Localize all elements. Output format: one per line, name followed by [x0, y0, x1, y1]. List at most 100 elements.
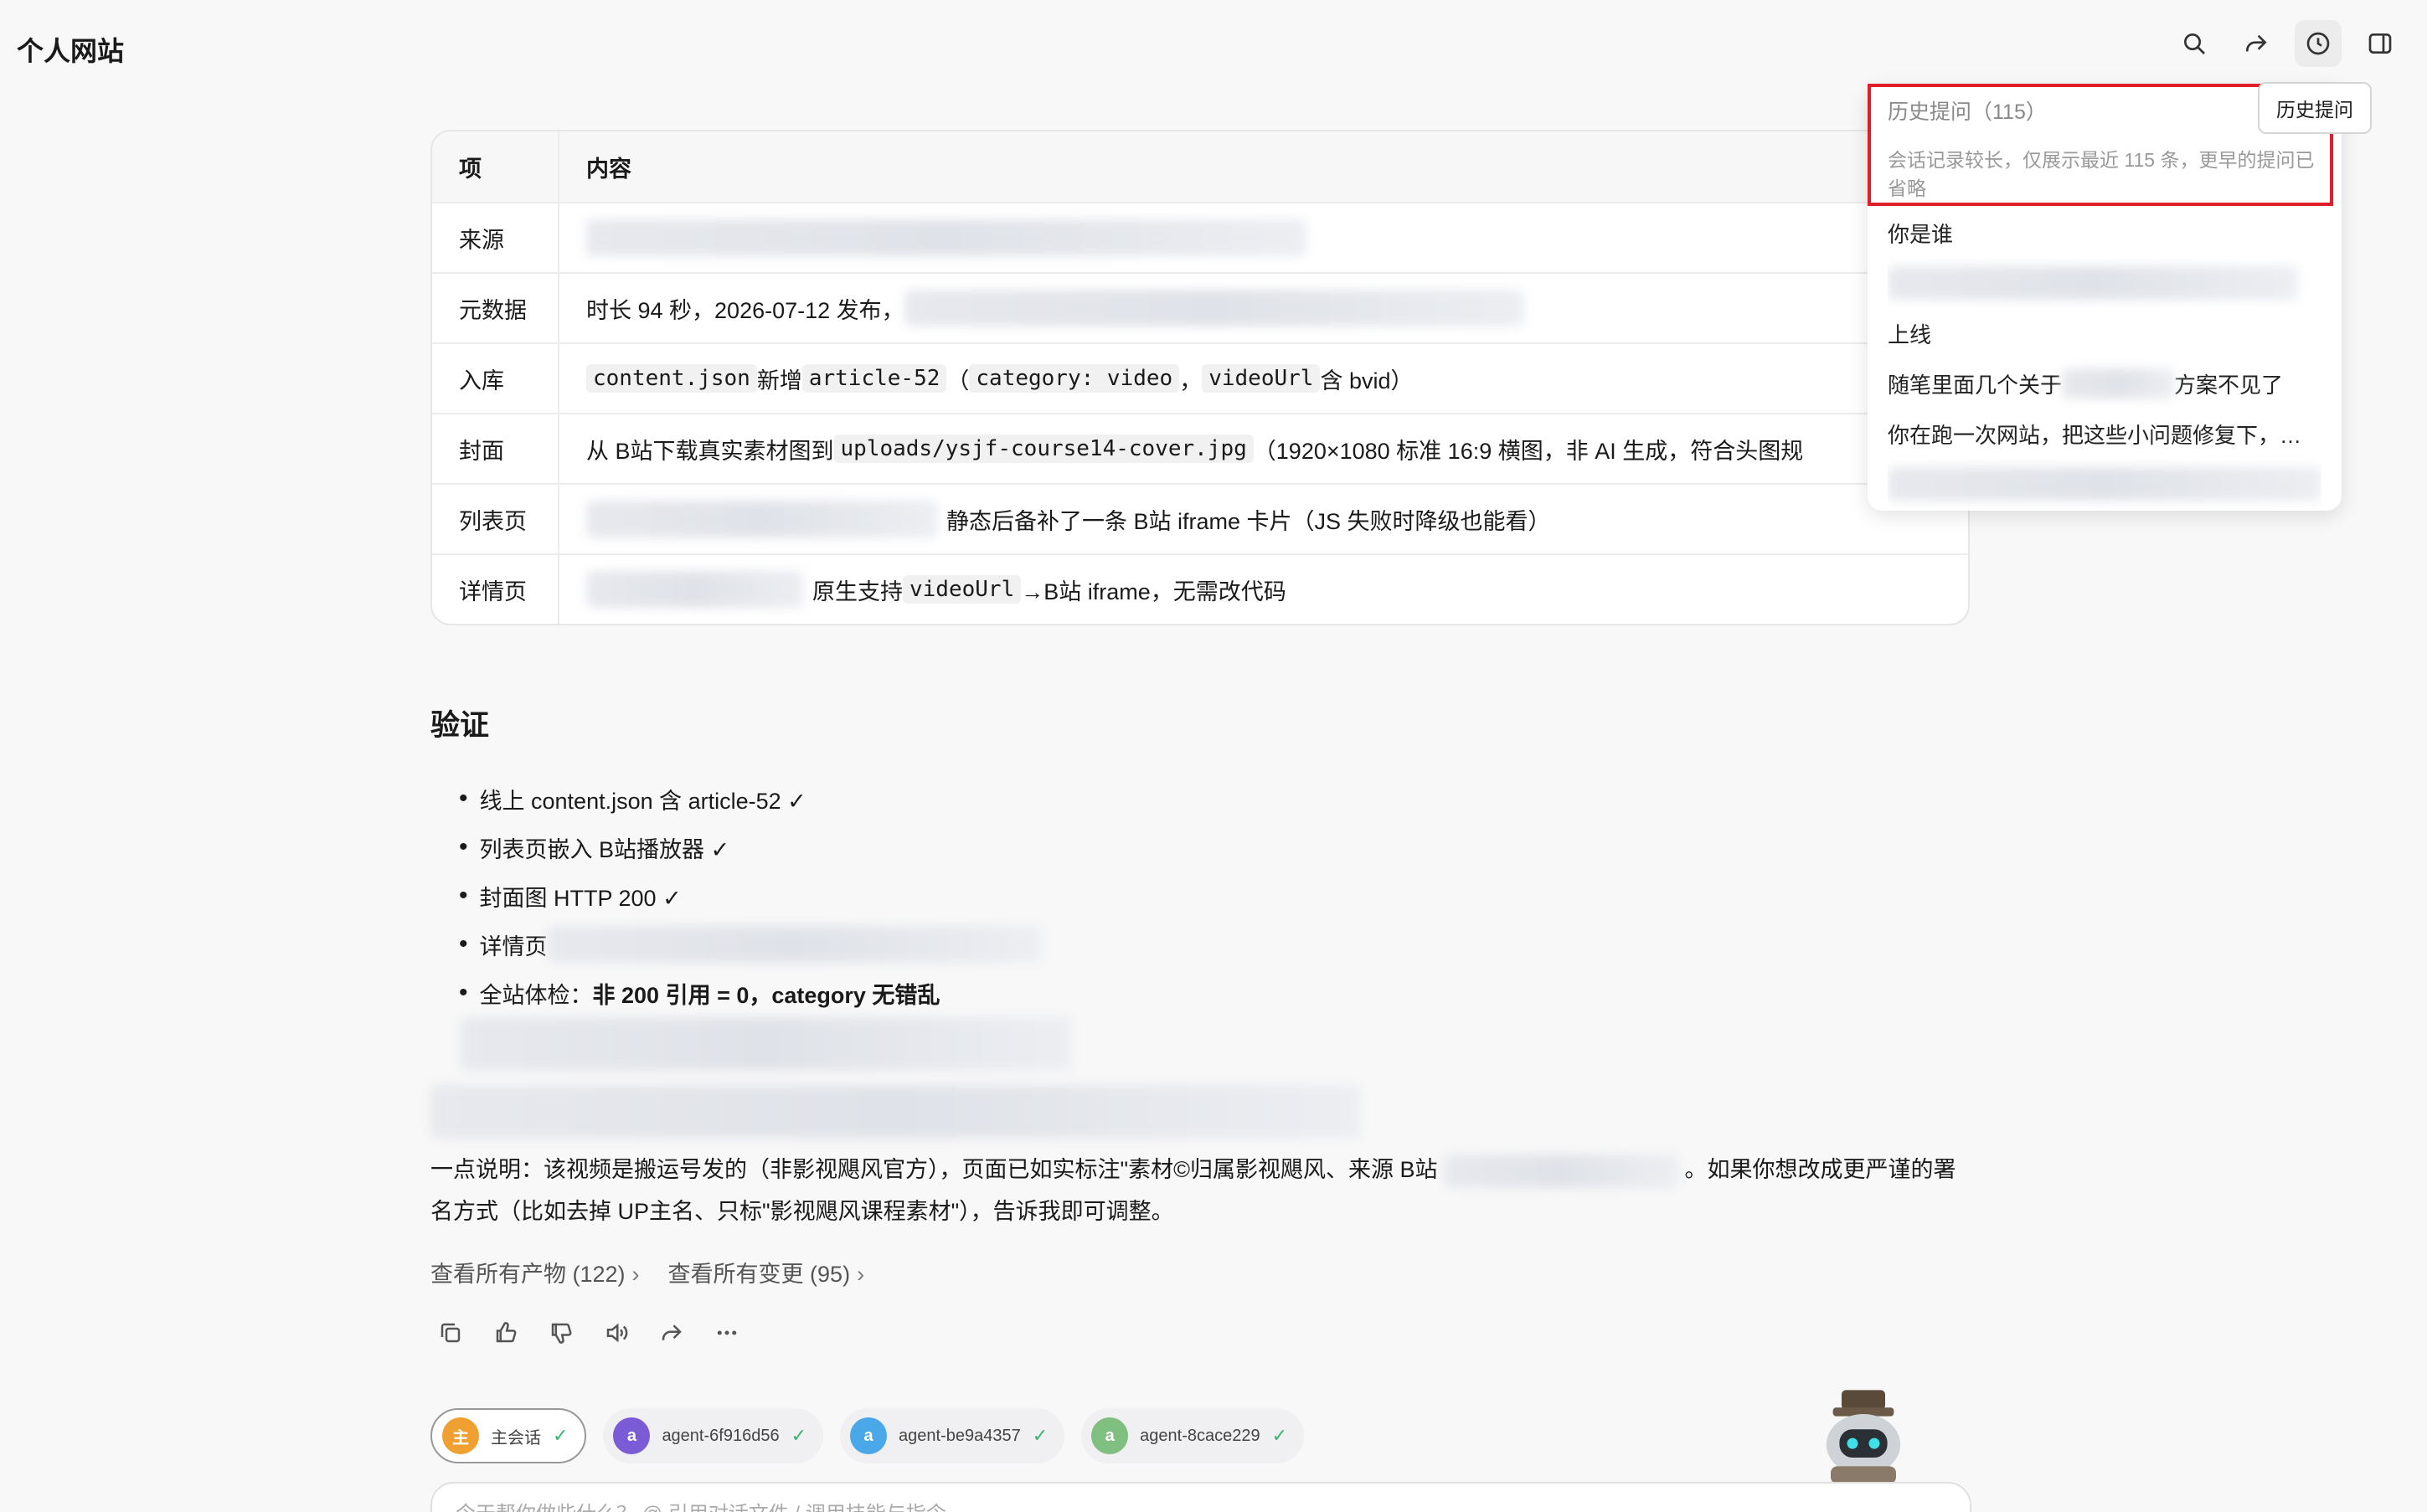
- agent-name: agent-be9a4357: [899, 1426, 1021, 1445]
- agent-tab[interactable]: a agent-be9a4357 ✓: [840, 1408, 1065, 1463]
- blurred-content: [430, 1085, 1360, 1139]
- cell-text: （1920×1080 标准 16:9 横图，非 AI 生成，符合头图规: [1253, 438, 1804, 464]
- sidebar-toggle-button[interactable]: [2357, 20, 2404, 67]
- blurred-content: [547, 926, 1042, 963]
- inline-code: article-52: [801, 364, 947, 393]
- agent-badge: a: [613, 1417, 651, 1454]
- cell-text: 新增: [756, 368, 802, 393]
- share-icon: [662, 1324, 682, 1340]
- agent-tab[interactable]: a agent-8cace229 ✓: [1081, 1408, 1305, 1463]
- cell-text: 从 B站下载真实素材图到: [586, 438, 834, 464]
- agent-tab-main[interactable]: 主 主会话 ✓: [430, 1408, 587, 1463]
- list-item: 线上 content.json 含 article-52 ✓: [459, 774, 1042, 823]
- chevron-right-icon: ›: [857, 1262, 865, 1287]
- message-actions: [435, 1318, 742, 1348]
- inline-code: videoUrl: [1202, 364, 1321, 393]
- inline-code: uploads/ysjf-course14-cover.jpg: [833, 435, 1254, 463]
- inline-code: videoUrl: [903, 575, 1022, 604]
- agent-badge: a: [850, 1417, 888, 1454]
- copy-button[interactable]: [435, 1318, 466, 1348]
- table-cell-key: 元数据: [432, 274, 559, 342]
- read-aloud-button[interactable]: [601, 1318, 631, 1348]
- blurred-content: [1888, 266, 2298, 300]
- table-row: 列表页 静态后备补了一条 B站 iframe 卡片（JS 失败时降级也能看）: [432, 483, 1968, 553]
- table-header-row: 项 内容: [432, 131, 1968, 202]
- check-icon: ✓: [791, 1425, 807, 1446]
- share-icon: [2246, 34, 2267, 52]
- history-item-text: 你在跑一次网站，把这些小问题修复下，…: [1888, 422, 2302, 448]
- chat-input[interactable]: 今天帮你做些什么？ @ 引用对话文件 / 调用技能与指令: [430, 1482, 1971, 1512]
- check-icon: ✓: [1032, 1425, 1049, 1446]
- list-item: 封面图 HTTP 200 ✓: [459, 872, 1042, 920]
- agent-badge: 主: [442, 1417, 479, 1454]
- check-icon: ✓: [1271, 1425, 1288, 1446]
- cell-text: 原生支持: [812, 579, 903, 604]
- history-icon: [2306, 32, 2330, 55]
- history-item-text: 随笔里面几个关于: [1888, 372, 2063, 398]
- blurred-content: [1888, 467, 2321, 501]
- history-item[interactable]: 随笔里面几个关于 方案不见了: [1888, 358, 2321, 409]
- table-row: 元数据 时长 94 秒，2026-07-12 发布，: [432, 272, 1968, 342]
- table-cell-value: [559, 203, 1968, 272]
- blurred-content: [1444, 1154, 1679, 1188]
- history-item-text: 方案不见了: [2174, 372, 2284, 398]
- history-item[interactable]: 你是谁: [1888, 208, 2321, 258]
- verify-heading: 验证: [430, 709, 490, 742]
- check-icon: ✓: [553, 1425, 569, 1446]
- thumbs-up-icon: [496, 1322, 517, 1343]
- more-button[interactable]: [712, 1318, 742, 1348]
- cell-text: ，: [1179, 368, 1203, 393]
- more-icon: [717, 1330, 737, 1335]
- cell-text: 含 bvid）: [1320, 368, 1414, 393]
- search-button[interactable]: [2171, 20, 2218, 67]
- inline-code: content.json: [586, 364, 757, 393]
- table-cell-value: content.json 新增 article-52 （ category: v…: [559, 344, 1968, 413]
- search-icon: [2184, 33, 2205, 54]
- table-cell-value: 从 B站下载真实素材图到 uploads/ysjf-course14-cover…: [559, 414, 1968, 483]
- cell-text: （: [946, 368, 970, 393]
- app-window: 个人网站 项 内容 来源 元数据 时长 94 秒，2026-07-12 发布， …: [0, 0, 2427, 1512]
- table-row: 封面 从 B站下载真实素材图到 uploads/ysjf-course14-co…: [432, 413, 1968, 483]
- blurred-content: [586, 501, 938, 537]
- note-text: 一点说明：该视频是搬运号发的（非影视飓风官方），页面已如实标注"素材©归属影视飓…: [430, 1157, 1438, 1182]
- table-header-cell: 项: [432, 131, 559, 202]
- list-item-text: 列表页嵌入 B站播放器 ✓: [479, 836, 730, 862]
- view-artifacts-link[interactable]: 查看所有产物 (122) ›: [430, 1256, 640, 1288]
- copy-icon: [441, 1323, 461, 1343]
- cell-text: 静态后备补了一条 B站 iframe 卡片（JS 失败时降级也能看）: [946, 508, 1551, 534]
- history-item[interactable]: 上线: [1888, 308, 2321, 358]
- table-cell-key: 详情页: [432, 555, 559, 624]
- dislike-button[interactable]: [546, 1318, 576, 1348]
- table-row: 入库 content.json 新增 article-52 （ category…: [432, 342, 1968, 413]
- cell-text: 时长 94 秒，2026-07-12 发布，: [586, 297, 904, 323]
- note-paragraph: 一点说明：该视频是搬运号发的（非影视飓风官方），页面已如实标注"素材©归属影视飓…: [430, 1149, 1963, 1232]
- like-button[interactable]: [491, 1318, 521, 1348]
- table-row: 详情页 原生支持 videoUrl →B站 iframe，无需改代码: [432, 553, 1968, 624]
- table-cell-key: 入库: [432, 344, 559, 413]
- share-message-button[interactable]: [657, 1318, 687, 1348]
- history-item-text: 你是谁: [1888, 221, 1954, 247]
- agent-name: 主会话: [491, 1428, 541, 1448]
- cell-text: →B站 iframe，无需改代码: [1021, 579, 1286, 604]
- list-item-text: 全站体检：: [479, 982, 593, 1008]
- sidebar-icon: [2368, 33, 2392, 54]
- table-header-cell: 内容: [586, 156, 631, 182]
- table-cell-value: 静态后备补了一条 B站 iframe 卡片（JS 失败时降级也能看）: [559, 485, 1968, 553]
- list-item: 详情页: [459, 920, 1042, 969]
- inline-code: category: video: [969, 364, 1180, 393]
- blurred-content: [461, 1017, 1072, 1071]
- result-links: 查看所有产物 (122) › 查看所有变更 (95) ›: [430, 1256, 864, 1288]
- agent-tab[interactable]: a agent-6f916d56 ✓: [603, 1408, 824, 1463]
- list-item: 全站体检：非 200 引用 = 0，category 无错乱: [459, 969, 1042, 1017]
- blurred-content: [586, 219, 1306, 256]
- chevron-right-icon: ›: [631, 1262, 640, 1287]
- history-button[interactable]: [2295, 20, 2342, 67]
- share-button[interactable]: [2233, 20, 2280, 67]
- history-item[interactable]: [1888, 258, 2321, 308]
- history-item[interactable]: [1888, 459, 2321, 509]
- table-cell-key: 封面: [432, 414, 559, 483]
- history-item[interactable]: 你在跑一次网站，把这些小问题修复下，…: [1888, 409, 2321, 459]
- app-title: 个人网站: [17, 36, 125, 66]
- agent-badge: a: [1091, 1417, 1129, 1454]
- view-changes-link[interactable]: 查看所有变更 (95) ›: [668, 1256, 865, 1288]
